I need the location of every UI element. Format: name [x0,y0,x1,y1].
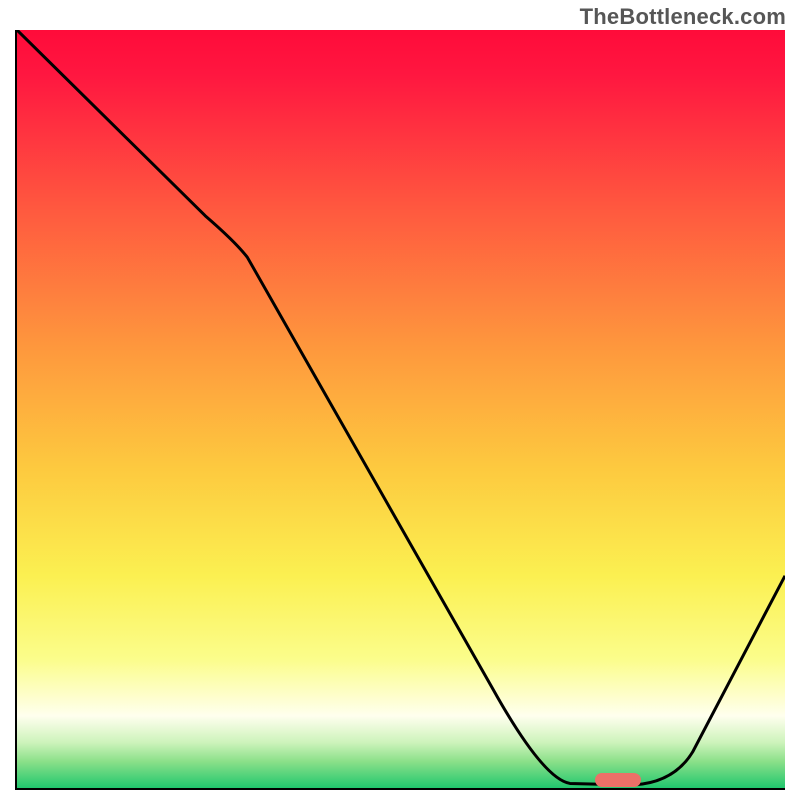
optimal-marker [595,773,641,787]
bottleneck-curve [17,30,785,785]
gradient-canvas [17,30,785,788]
curve-layer [17,30,785,788]
watermark-text: TheBottleneck.com [580,4,786,30]
plot-area [15,30,785,790]
chart-frame: TheBottleneck.com [0,0,800,800]
gradient-fill [17,30,785,788]
